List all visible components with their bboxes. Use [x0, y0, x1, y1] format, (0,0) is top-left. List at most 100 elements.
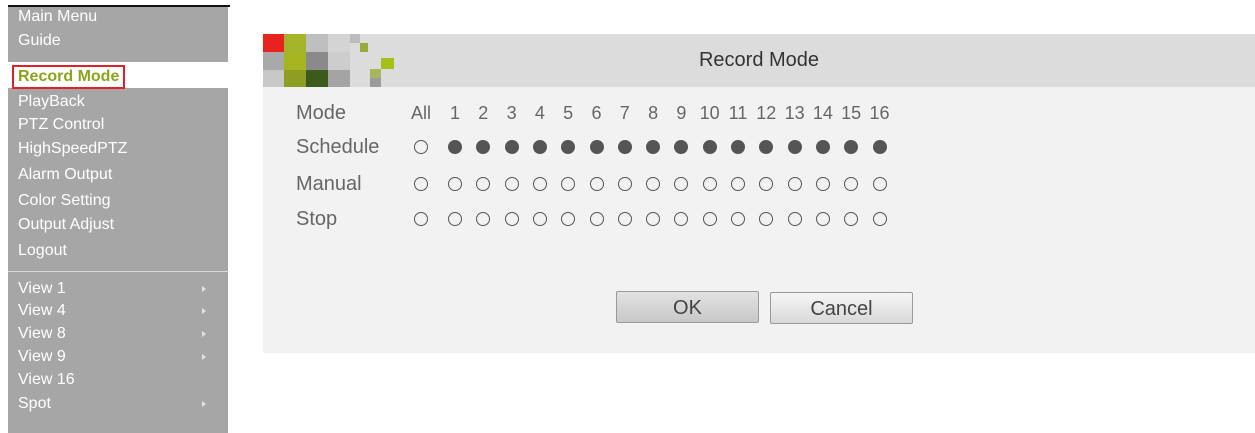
schedule-channel-10-radio[interactable] — [702, 140, 717, 154]
menu-item-spot[interactable]: Spot — [18, 393, 220, 415]
stop-channel-14-radio[interactable] — [815, 212, 830, 226]
stop-channel-2-radio[interactable] — [476, 212, 491, 226]
schedule-channel-7-radio[interactable] — [617, 140, 632, 154]
channel-header-13: 13 — [784, 103, 805, 123]
schedule-all-radio[interactable] — [414, 140, 428, 154]
menu-item-guide[interactable]: Guide — [18, 30, 61, 52]
menu-item-label: View 1 — [18, 280, 66, 297]
menu-item-alarm-output[interactable]: Alarm Output — [18, 164, 112, 186]
menu-item-view-16[interactable]: View 16 — [18, 369, 220, 391]
manual-channel-16-radio[interactable] — [872, 177, 887, 191]
stop-channel-16-radio[interactable] — [872, 212, 887, 226]
stop-channel-13-radio[interactable] — [787, 212, 802, 226]
menu-item-logout[interactable]: Logout — [18, 240, 67, 262]
submenu-arrow-icon — [202, 286, 206, 292]
manual-channel-9-radio[interactable] — [674, 177, 689, 191]
manual-channel-12-radio[interactable] — [759, 177, 774, 191]
submenu-arrow-icon — [202, 331, 206, 337]
menu-item-ptz-control[interactable]: PTZ Control — [18, 114, 104, 136]
channel-header-10: 10 — [699, 103, 720, 123]
ok-button[interactable]: OK — [616, 291, 759, 323]
stop-channel-1-radio[interactable] — [448, 212, 462, 226]
menu-item-view-8[interactable]: View 8 — [18, 323, 220, 345]
submenu-arrow-icon — [202, 401, 206, 407]
menu-item-label: View 9 — [18, 348, 66, 365]
stop-channel-4-radio[interactable] — [532, 212, 547, 226]
menu-item-record-mode[interactable]: Record Mode — [12, 65, 126, 89]
manual-channel-8-radio[interactable] — [646, 177, 661, 191]
schedule-channel-16-radio[interactable] — [872, 140, 887, 154]
stop-channel-8-radio[interactable] — [646, 212, 661, 226]
stop-channel-7-radio[interactable] — [617, 212, 632, 226]
schedule-channel-11-radio[interactable] — [731, 140, 745, 154]
dialog-title: Record Mode — [698, 49, 820, 71]
manual-channel-14-radio[interactable] — [815, 177, 830, 191]
manual-channel-11-radio[interactable] — [731, 177, 745, 191]
manual-channel-4-radio[interactable] — [532, 177, 547, 191]
schedule-channel-8-radio[interactable] — [646, 140, 661, 154]
manual-channel-15-radio[interactable] — [844, 177, 859, 191]
channel-header-1: 1 — [449, 103, 460, 123]
channel-header-7: 7 — [619, 103, 630, 123]
manual-all-radio[interactable] — [414, 177, 428, 191]
menu-item-label: Spot — [18, 395, 51, 412]
all-header: All — [410, 103, 431, 123]
stop-channel-5-radio[interactable] — [561, 212, 576, 226]
channel-header-9: 9 — [676, 103, 687, 123]
stop-channel-9-radio[interactable] — [674, 212, 689, 226]
channel-header-8: 8 — [648, 103, 659, 123]
menu-item-label: View 4 — [18, 302, 66, 319]
schedule-channel-15-radio[interactable] — [844, 140, 859, 154]
submenu-arrow-icon — [202, 354, 206, 360]
record-mode-dialog: Record Mode Mode All 1 2 3 4 5 6 7 8 9 10 11 12 13 14… — [263, 34, 1255, 353]
stop-channel-6-radio[interactable] — [589, 212, 604, 226]
stop-all-radio[interactable] — [414, 212, 428, 226]
menu-item-label: View 16 — [18, 371, 75, 388]
stop-channel-12-radio[interactable] — [759, 212, 774, 226]
channel-header-12: 12 — [756, 103, 777, 123]
schedule-channel-14-radio[interactable] — [815, 140, 830, 154]
menu-divider — [8, 271, 228, 272]
schedule-channel-1-radio[interactable] — [448, 140, 462, 154]
schedule-channel-6-radio[interactable] — [589, 140, 604, 154]
menu-title: Main Menu — [18, 8, 98, 25]
stop-channel-11-radio[interactable] — [731, 212, 745, 226]
manual-channel-3-radio[interactable] — [504, 177, 519, 191]
channel-header-5: 5 — [563, 103, 574, 123]
schedule-channel-4-radio[interactable] — [532, 140, 547, 154]
menu-item-view-9[interactable]: View 9 — [18, 346, 220, 368]
dialog-title-bar[interactable]: Record Mode — [263, 34, 1255, 87]
channel-header-3: 3 — [506, 103, 517, 123]
schedule-channel-2-radio[interactable] — [476, 140, 491, 154]
manual-channel-13-radio[interactable] — [787, 177, 802, 191]
manual-channel-5-radio[interactable] — [561, 177, 576, 191]
main-menu: Main Menu Guide Record Mode PlayBack PTZ… — [8, 5, 230, 433]
channel-header-15: 15 — [841, 103, 862, 123]
schedule-channel-3-radio[interactable] — [504, 140, 519, 154]
menu-item-output-adjust[interactable]: Output Adjust — [18, 214, 114, 236]
manual-channel-7-radio[interactable] — [617, 177, 632, 191]
stop-channel-15-radio[interactable] — [844, 212, 859, 226]
row-label-manual: Manual — [296, 173, 362, 195]
menu-item-color-setting[interactable]: Color Setting — [18, 190, 111, 212]
menu-item-view-1[interactable]: View 1 — [18, 278, 220, 300]
stop-channel-10-radio[interactable] — [702, 212, 717, 226]
menu-item-highspeedptz[interactable]: HighSpeedPTZ — [18, 138, 127, 160]
menu-item-view-4[interactable]: View 4 — [18, 300, 220, 322]
schedule-channel-5-radio[interactable] — [561, 140, 576, 154]
manual-channel-2-radio[interactable] — [476, 177, 491, 191]
manual-channel-6-radio[interactable] — [589, 177, 604, 191]
submenu-arrow-icon — [202, 308, 206, 314]
stop-channel-3-radio[interactable] — [504, 212, 519, 226]
channel-header-6: 6 — [591, 103, 602, 123]
schedule-channel-9-radio[interactable] — [674, 140, 689, 154]
channel-header-2: 2 — [478, 103, 489, 123]
menu-item-playback[interactable]: PlayBack — [18, 91, 85, 113]
mode-header: Mode — [296, 102, 347, 124]
cancel-button[interactable]: Cancel — [770, 292, 913, 324]
manual-channel-1-radio[interactable] — [448, 177, 462, 191]
channel-header-11: 11 — [728, 103, 748, 123]
schedule-channel-13-radio[interactable] — [787, 140, 802, 154]
manual-channel-10-radio[interactable] — [702, 177, 717, 191]
schedule-channel-12-radio[interactable] — [759, 140, 774, 154]
